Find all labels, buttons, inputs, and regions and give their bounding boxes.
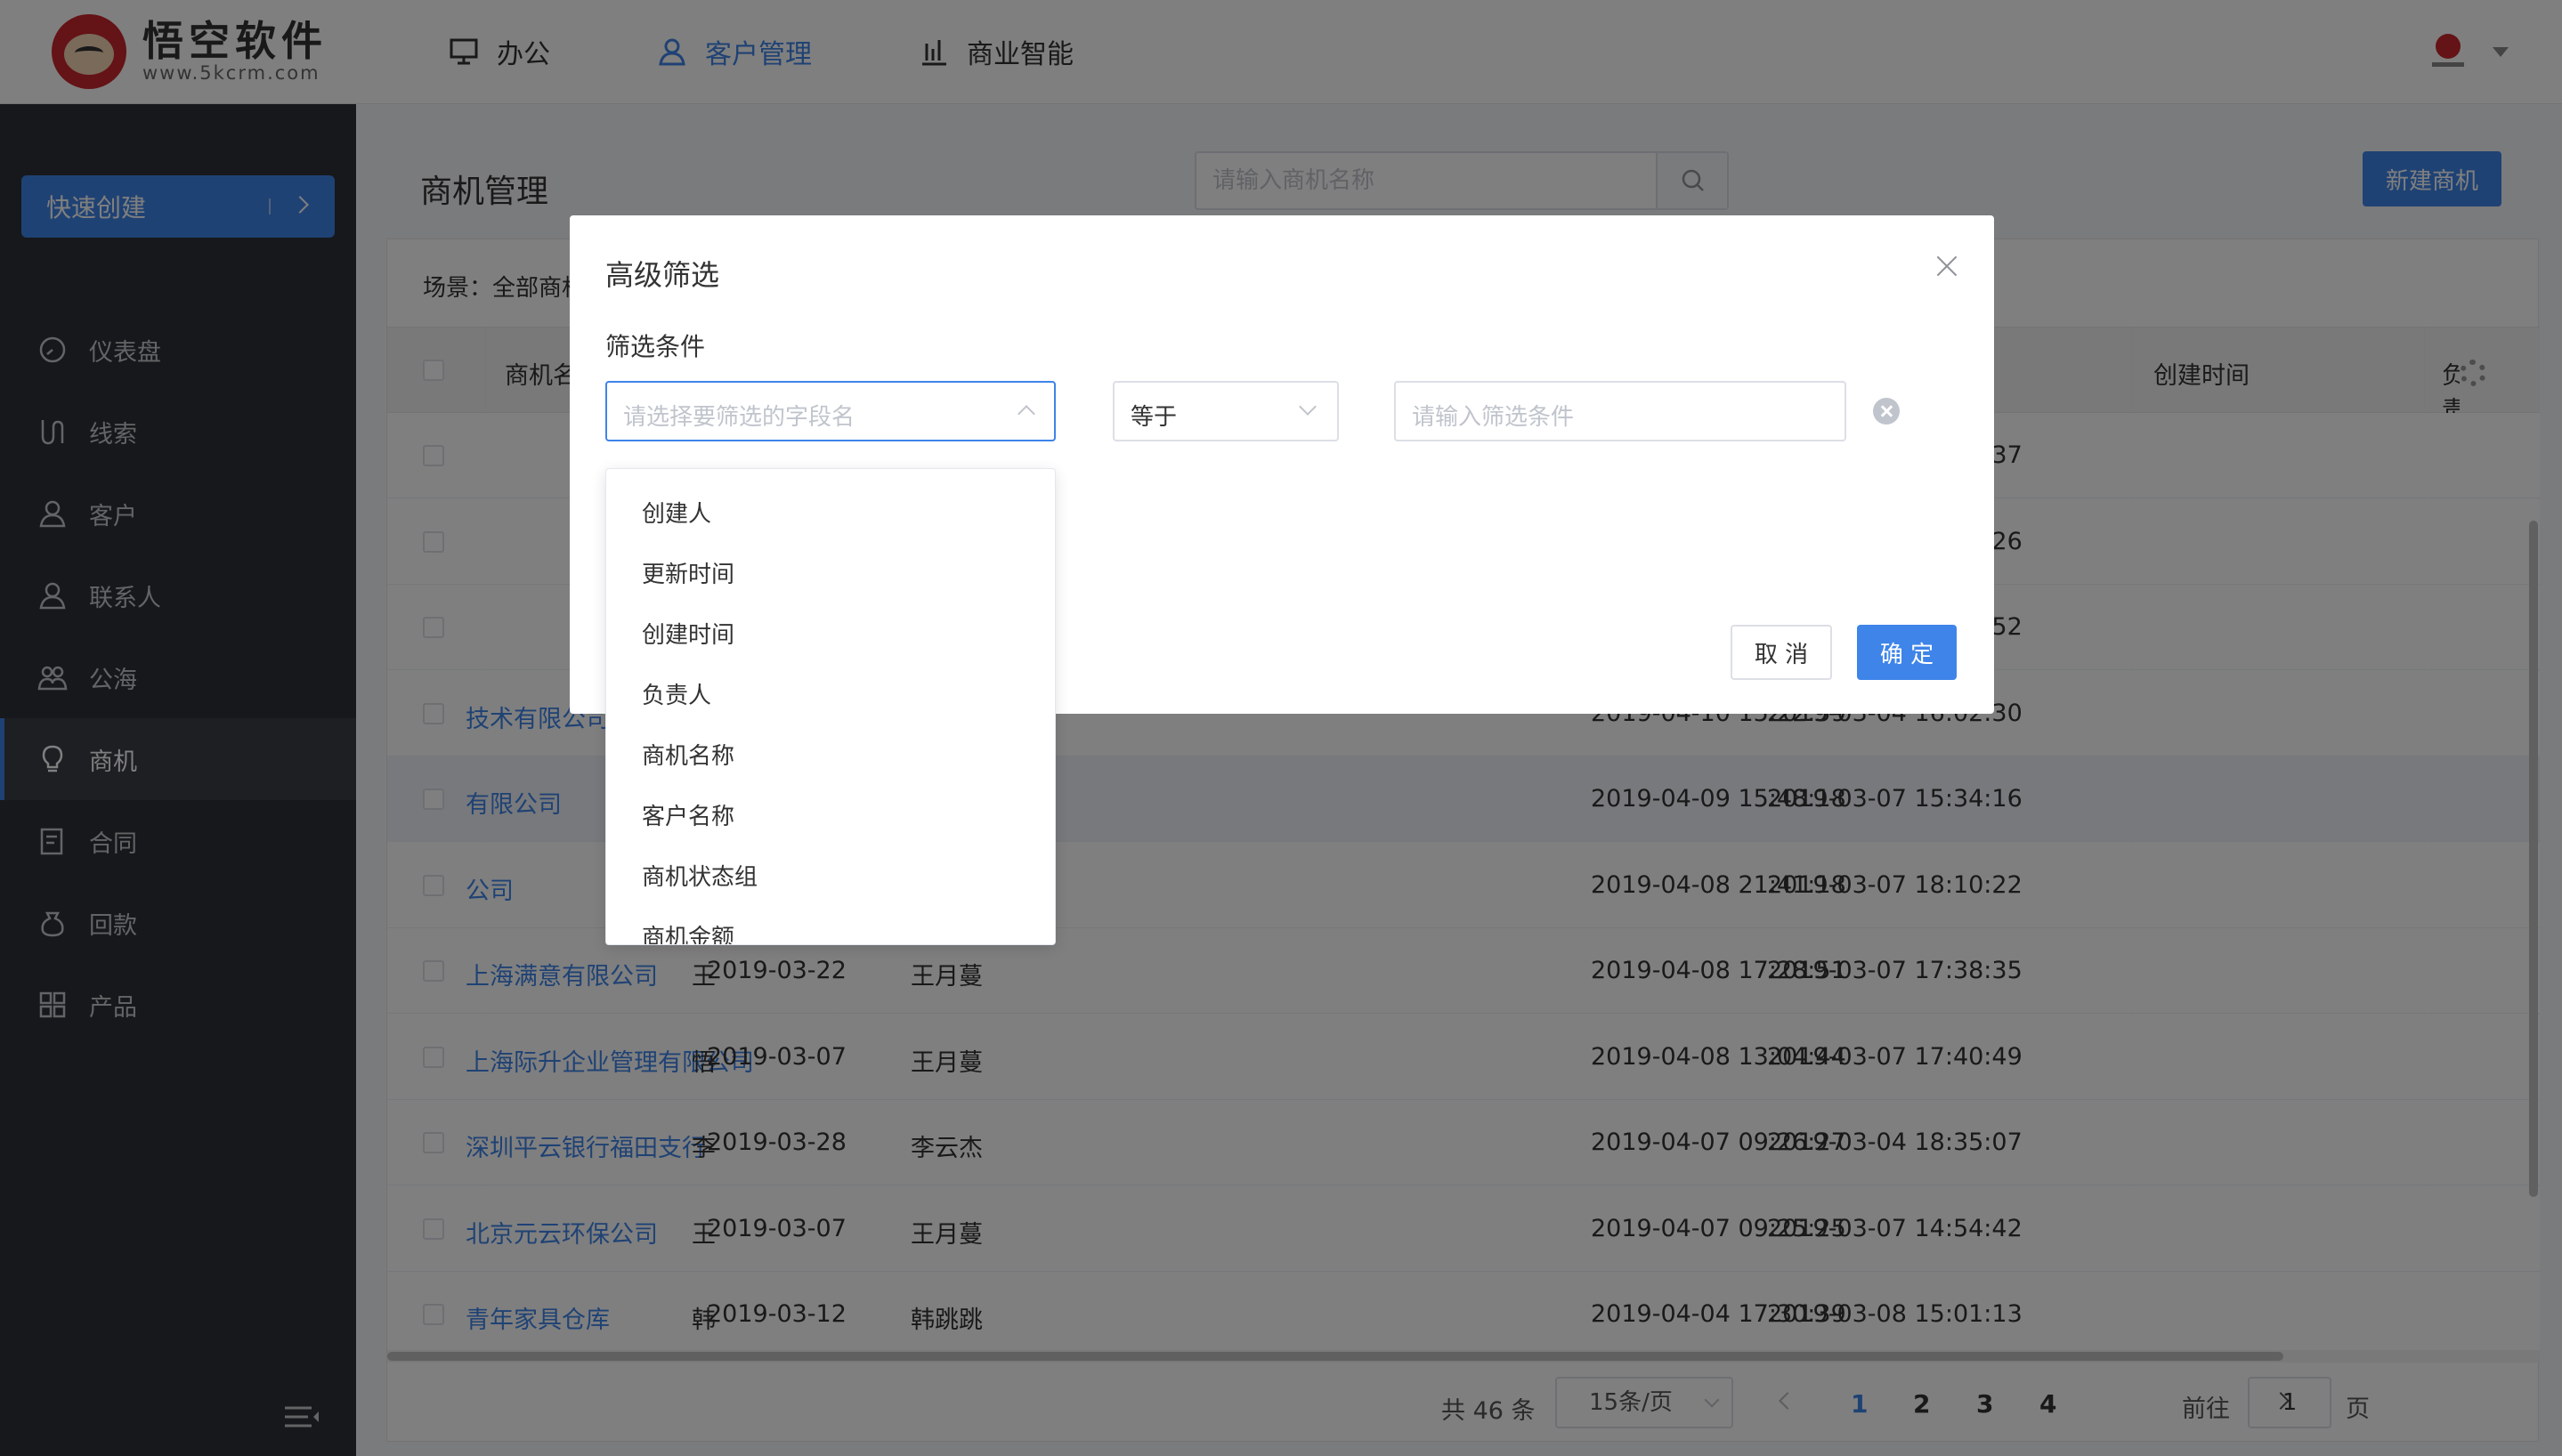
dropdown-option[interactable]: 创建时间 xyxy=(606,603,1055,663)
dropdown-option[interactable]: 负责人 xyxy=(606,663,1055,724)
dropdown-option[interactable]: 商机金额 xyxy=(606,905,1055,945)
chevron-down-icon xyxy=(1299,398,1317,416)
field-dropdown: 创建人 更新时间 创建时间 负责人 商机名称 客户名称 商机状态组 商机金额 xyxy=(605,468,1056,945)
dialog-title: 高级筛选 xyxy=(605,258,720,292)
cancel-button[interactable]: 取 消 xyxy=(1731,625,1832,680)
condition-value-input[interactable]: 请输入筛选条件 xyxy=(1394,381,1846,441)
remove-condition-icon[interactable] xyxy=(1873,398,1900,425)
dropdown-option[interactable]: 商机名称 xyxy=(606,724,1055,784)
dropdown-option[interactable]: 客户名称 xyxy=(606,784,1055,845)
operator-select[interactable]: 等于 xyxy=(1113,381,1339,441)
dropdown-option[interactable]: 创建人 xyxy=(606,481,1055,542)
chevron-up-icon xyxy=(1018,405,1035,423)
confirm-button[interactable]: 确 定 xyxy=(1857,625,1957,680)
dropdown-option[interactable]: 更新时间 xyxy=(606,542,1055,603)
field-select[interactable]: 请选择要筛选的字段名 xyxy=(605,381,1056,441)
condition-label: 筛选条件 xyxy=(605,332,706,361)
condition-value-placeholder: 请输入筛选条件 xyxy=(1412,404,1575,431)
operator-value: 等于 xyxy=(1131,404,1178,431)
dropdown-option[interactable]: 商机状态组 xyxy=(606,845,1055,905)
field-select-placeholder: 请选择要筛选的字段名 xyxy=(623,404,855,431)
close-icon[interactable] xyxy=(1934,253,1960,279)
